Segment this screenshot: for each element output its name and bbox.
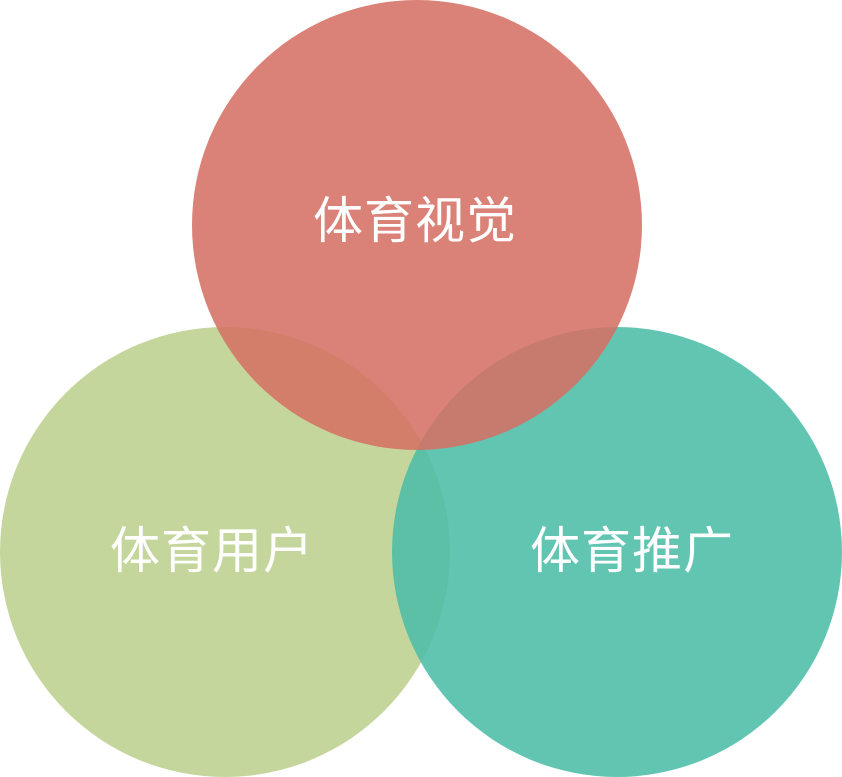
venn-diagram: 体育视觉 体育用户 体育推广 <box>0 0 842 777</box>
label-sports-promotion: 体育推广 <box>530 522 734 580</box>
label-sports-visual: 体育视觉 <box>313 192 517 250</box>
label-sports-users: 体育用户 <box>110 522 314 580</box>
